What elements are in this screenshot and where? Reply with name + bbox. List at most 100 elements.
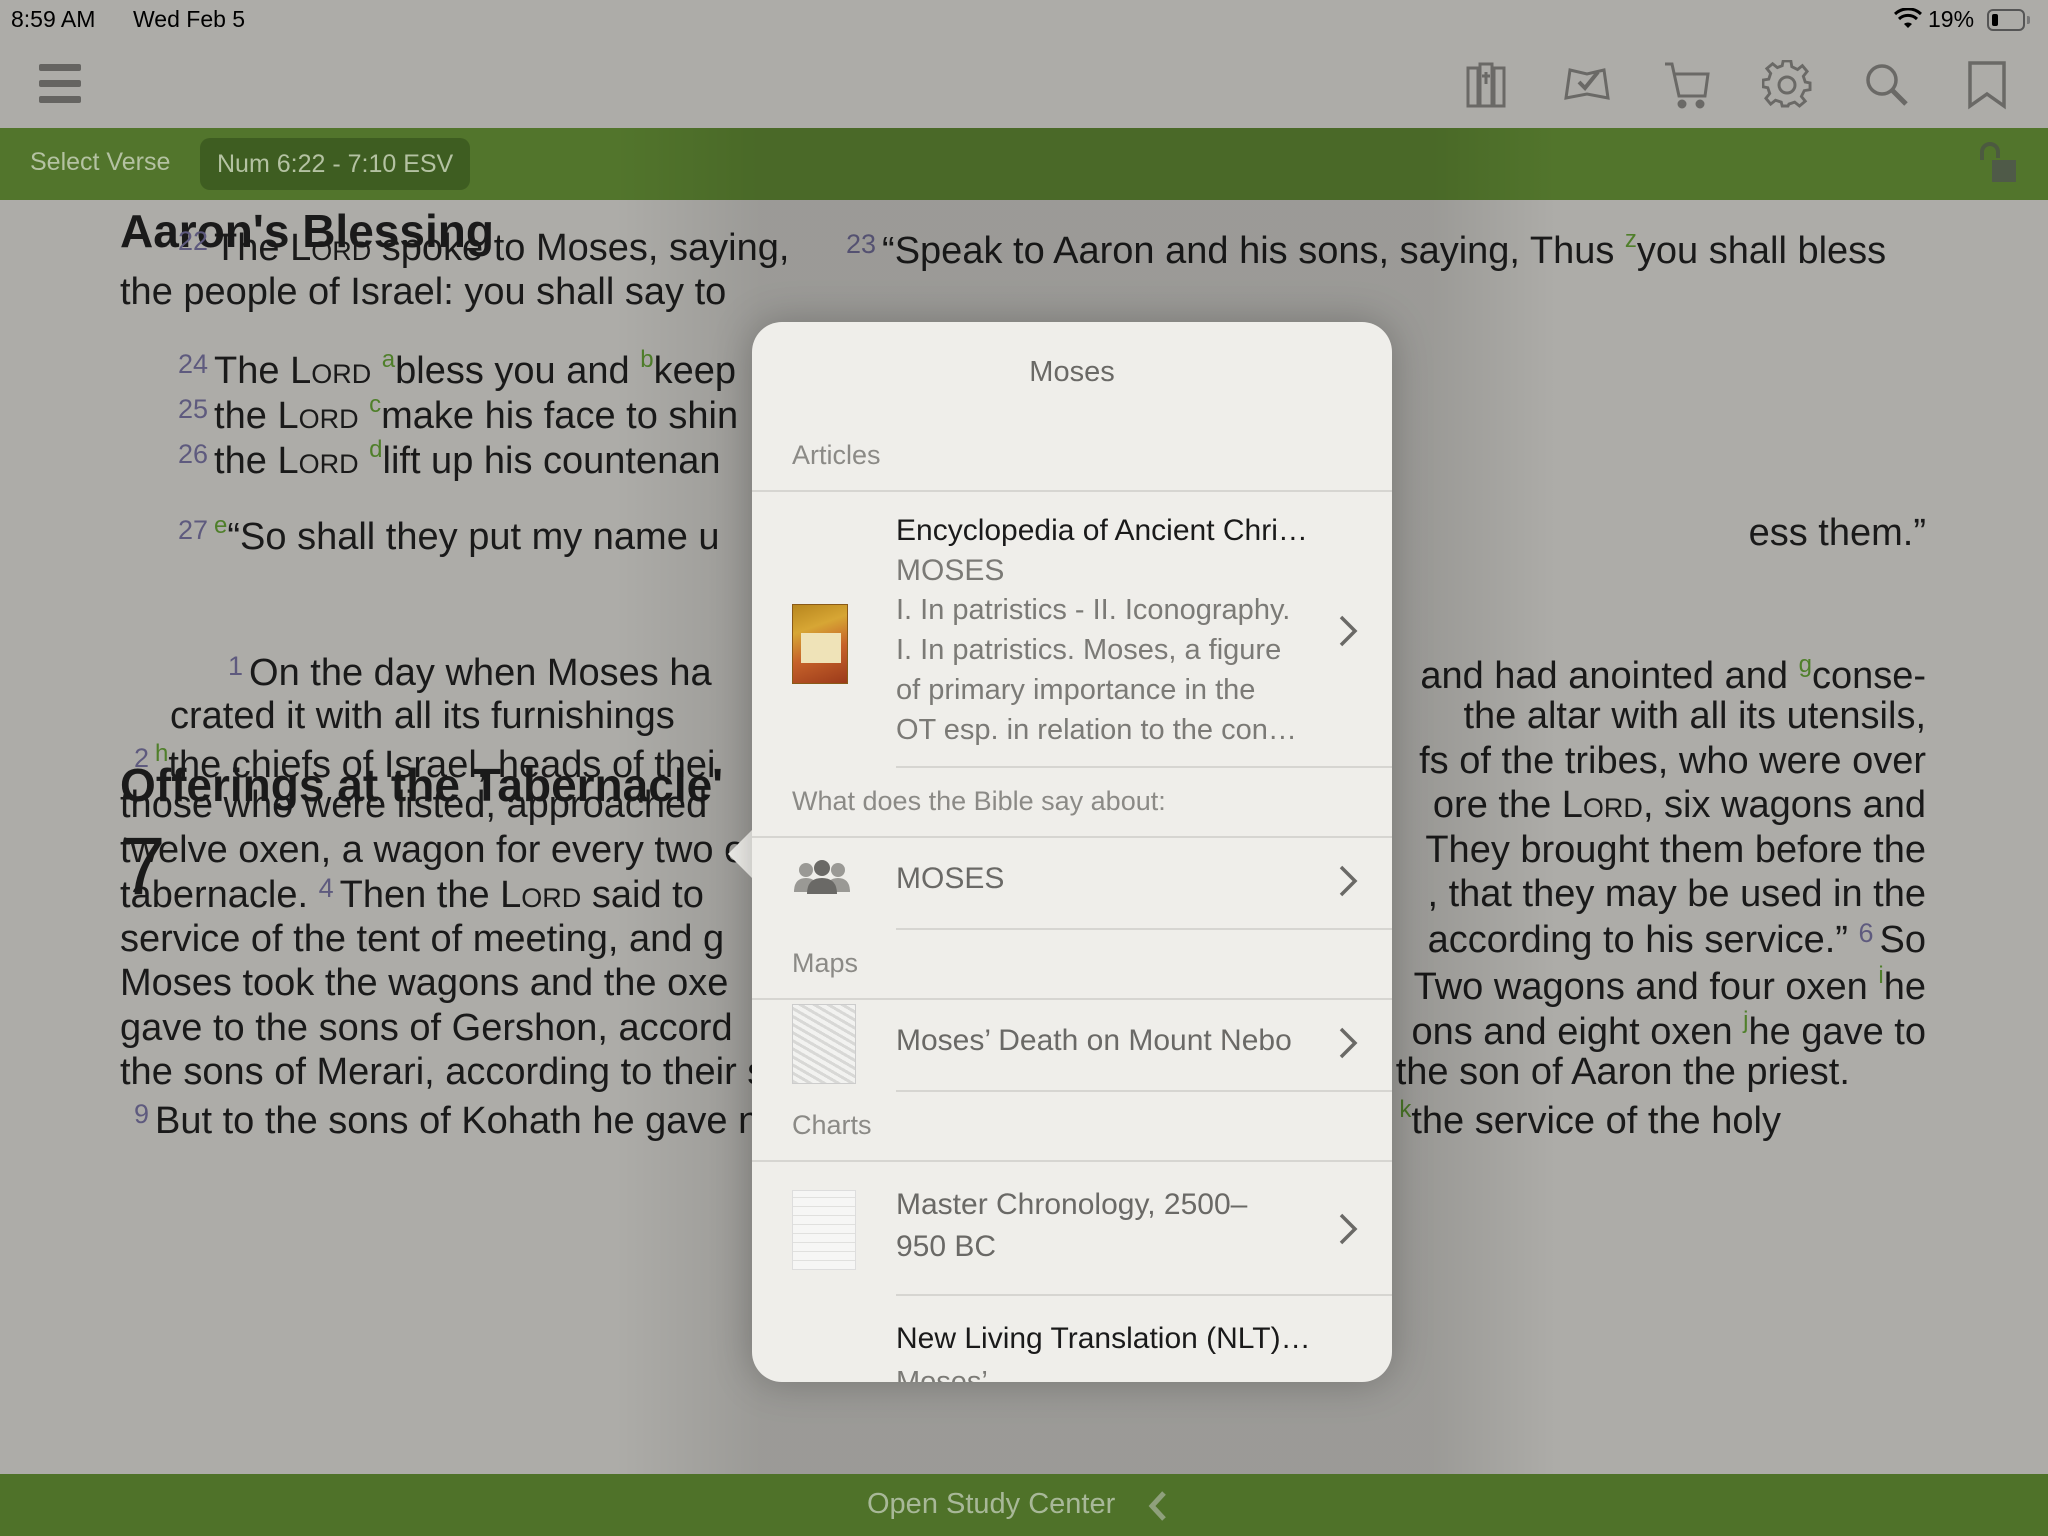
verse-number[interactable]: 22 xyxy=(178,226,208,256)
book-cover-label xyxy=(801,633,841,663)
verse-text: spoke to Moses, saying, xyxy=(371,227,790,269)
article-excerpt-line: I. In patristics. Moses, a figure xyxy=(896,634,1282,666)
verse-text: gave to the sons of Gershon, accord xyxy=(120,1007,733,1049)
search-icon[interactable] xyxy=(1862,60,1912,110)
verse-text: “So shall they put my name u xyxy=(227,516,720,558)
open-study-center-button[interactable]: Open Study Center xyxy=(867,1488,1115,1521)
nlt-row[interactable]: New Living Translation (NLT)… Moses’ xyxy=(752,1296,1392,1382)
cart-icon[interactable] xyxy=(1662,60,1712,110)
divider xyxy=(896,928,1392,930)
divine-name-smallcaps: Lord xyxy=(290,350,372,392)
popover-arrow xyxy=(728,828,754,880)
people-group-icon xyxy=(794,860,850,894)
article-title: Encyclopedia of Ancient Chri… xyxy=(896,514,1308,547)
status-date: Wed Feb 5 xyxy=(133,6,246,32)
verse-text: ore the xyxy=(1432,784,1562,826)
verse-line[interactable]: according to his service.” 6 So xyxy=(1427,918,1926,961)
verse-text: said to xyxy=(581,874,704,916)
reference-pill[interactable]: Num 6:22 - 7:10 ESV xyxy=(200,138,471,190)
verse-line[interactable]: ons and eight oxen jhe gave to xyxy=(1411,1009,1926,1053)
divine-name-smallcaps: Lord xyxy=(1561,784,1643,826)
verse-text: the chiefs of Israel, heads of thei xyxy=(168,744,716,786)
topic-row-moses[interactable]: MOSES xyxy=(752,838,1392,926)
select-verse-button[interactable]: Select Verse xyxy=(30,148,170,177)
footnote-marker[interactable]: h xyxy=(155,740,168,767)
verse-line[interactable]: gave to the sons of Gershon, accord xyxy=(120,1009,733,1047)
verse-text: according to his service.” xyxy=(1427,919,1859,961)
bookmark-icon[interactable] xyxy=(1962,60,2012,110)
study-center-bar[interactable]: Open Study Center xyxy=(0,1474,2048,1536)
footnote-marker[interactable]: z xyxy=(1625,226,1637,253)
settings-gear-icon[interactable] xyxy=(1761,59,1812,110)
verse-bar: Select Verse Num 6:22 - 7:10 ESV xyxy=(0,128,2048,200)
verse-line[interactable]: 1 On the day when Moses ha xyxy=(228,651,712,694)
library-icon[interactable] xyxy=(1462,60,1512,110)
verse-line[interactable]: They brought them before the xyxy=(1425,831,1926,869)
verse-line[interactable]: 26 the Lord dlift up his countenan xyxy=(178,436,721,482)
verse-line[interactable]: 25 the Lord cmake his face to shin xyxy=(178,391,738,437)
footnote-marker[interactable]: g xyxy=(1799,651,1812,678)
verse-line[interactable]: Moses took the wagons and the oxe xyxy=(120,964,728,1002)
verse-line[interactable]: twelve oxen, a wagon for every two o xyxy=(120,831,745,869)
verse-line[interactable]: 2 hthe chiefs of Israel, heads of thei xyxy=(134,740,716,786)
verse-number[interactable]: 23 xyxy=(846,229,876,259)
verse-number[interactable]: 25 xyxy=(178,394,208,424)
battery-percent: 19% xyxy=(1928,6,1975,32)
verse-line[interactable]: ore the Lord, six wagons and xyxy=(1433,786,1926,824)
unlocked-padlock-icon[interactable] xyxy=(1978,142,2018,184)
verse-text: ons and eight oxen xyxy=(1411,1011,1744,1053)
footnote-marker[interactable]: c xyxy=(369,391,381,418)
reading-plan-icon[interactable] xyxy=(1562,60,1612,110)
verse-line[interactable]: service of the tent of meeting, and g xyxy=(120,920,724,958)
verse-line[interactable]: 27 e“So shall they put my name u xyxy=(178,512,720,558)
footnote-marker[interactable]: b xyxy=(640,346,653,373)
verse-text: On the day when Moses ha xyxy=(249,652,712,694)
verse-line[interactable]: the altar with all its utensils, xyxy=(1463,697,1926,735)
verse-number[interactable]: 27 xyxy=(178,515,208,545)
verse-line[interactable]: the people of Israel: you shall say to xyxy=(120,273,726,311)
verse-number[interactable]: 26 xyxy=(178,439,208,469)
verse-line[interactable]: , that they may be used in the xyxy=(1427,875,1926,913)
hamburger-menu-icon[interactable] xyxy=(36,60,86,110)
footnote-marker[interactable]: k xyxy=(1399,1096,1411,1123)
verse-text xyxy=(359,395,370,437)
section-bible-says: What does the Bible say about: xyxy=(792,786,1166,816)
chart-label-line2: 950 BC xyxy=(896,1230,997,1263)
book-cover-thumbnail xyxy=(792,604,848,684)
verse-line[interactable]: fs of the tribes, who were over xyxy=(1419,742,1926,780)
verse-number[interactable]: 9 xyxy=(134,1099,149,1129)
verse-number[interactable]: 2 xyxy=(134,743,149,773)
verse-text: , six wagons and xyxy=(1642,784,1926,826)
footnote-marker[interactable]: e xyxy=(214,512,227,539)
verse-line[interactable]: Two wagons and four oxen ihe xyxy=(1414,964,1926,1007)
verse-number[interactable]: 24 xyxy=(178,349,208,379)
verse-line[interactable]: 22 The Lord spoke to Moses, saying, xyxy=(178,226,790,269)
article-excerpt-line: of primary importance in the xyxy=(896,674,1256,706)
verse-number[interactable]: 1 xyxy=(228,651,243,681)
divine-name-smallcaps: Lord xyxy=(277,395,359,437)
map-row[interactable]: Moses’ Death on Mount Nebo xyxy=(752,1000,1392,1088)
chart-row[interactable]: Master Chronology, 2500– 950 BC xyxy=(752,1162,1392,1294)
footnote-marker[interactable]: a xyxy=(382,346,395,373)
verse-number[interactable]: 4 xyxy=(319,873,334,903)
verse-line[interactable]: crated it with all its furnishings xyxy=(170,697,675,735)
verse-line[interactable]: ess them.” xyxy=(1749,514,1926,552)
status-time: 8:59 AM xyxy=(11,6,96,32)
section-articles: Articles xyxy=(792,440,881,470)
verse-line[interactable]: 24 The Lord abless you and bkeep xyxy=(178,346,736,392)
verse-text: So xyxy=(1879,919,1926,961)
verse-text: lift up his countenan xyxy=(382,440,721,482)
verse-line[interactable]: and had anointed and gconse- xyxy=(1420,651,1926,696)
footnote-marker[interactable]: d xyxy=(369,436,382,463)
chevron-left-icon[interactable] xyxy=(1148,1490,1168,1522)
verse-number[interactable]: 6 xyxy=(1858,918,1873,948)
verse-line[interactable]: those who were listed, approached xyxy=(120,786,707,824)
verse-text: tabernacle. xyxy=(120,874,319,916)
article-row[interactable]: Encyclopedia of Ancient Chri… MOSES I. I… xyxy=(752,492,1392,746)
verse-text xyxy=(371,350,382,392)
verse-line[interactable]: 23 “Speak to Aaron and his sons, saying, … xyxy=(846,226,1886,271)
verse-text: the service of the holy xyxy=(1411,1100,1781,1142)
divine-name-smallcaps: Lord xyxy=(500,874,582,916)
popover-title: Moses xyxy=(1029,356,1115,388)
verse-line[interactable]: tabernacle. 4 Then the Lord said to xyxy=(120,873,704,916)
